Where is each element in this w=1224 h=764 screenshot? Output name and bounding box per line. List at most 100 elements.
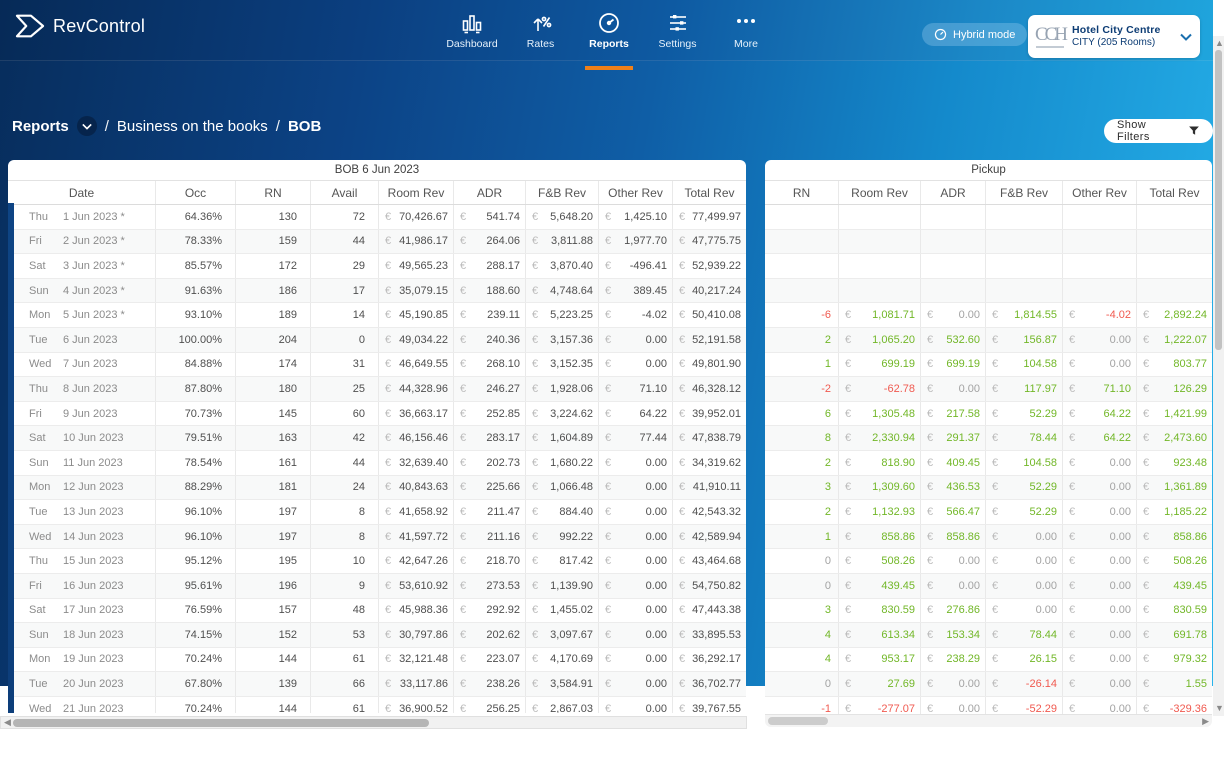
currency-symbol: € [605, 531, 611, 543]
page-vertical-scrollbar[interactable]: ▲ ▼ [1213, 36, 1224, 716]
cell-other-rev: €0.00 [598, 672, 672, 696]
currency-symbol: € [385, 580, 391, 592]
scrollbar-thumb[interactable] [1215, 50, 1222, 350]
scroll-left-arrow[interactable]: ◀ [4, 717, 11, 728]
cell-value: 0.00 [646, 358, 667, 370]
hotel-selector[interactable]: CCH Hotel City Centre CITY (205 Rooms) [1028, 15, 1200, 58]
column-header: Room Rev [378, 181, 453, 204]
cell-other-rev: €1,977.70 [598, 230, 672, 254]
scroll-up-arrow[interactable]: ▲ [1215, 38, 1224, 49]
nav-item-reports[interactable]: Reports [581, 0, 637, 71]
scrollbar-thumb[interactable] [768, 717, 828, 725]
cell-adr: €188.60 [453, 279, 525, 303]
nav-item-settings[interactable]: Settings [650, 0, 706, 71]
cell-occ: 95.61% [155, 574, 235, 598]
cell-room-rev: €44,328.96 [378, 377, 453, 401]
cell-value: 508.26 [1173, 555, 1207, 567]
bob-table-card: BOB 6 Jun 2023 DateOccRNAvailRoom RevADR… [8, 160, 746, 713]
cell-value: 53,610.92 [399, 580, 448, 592]
breadcrumb-section[interactable]: Business on the books [117, 118, 268, 135]
currency-symbol: € [460, 457, 466, 469]
cell-occ: 87.80% [155, 377, 235, 401]
cell-other-rev: €0.00 [598, 648, 672, 672]
nav-item-dashboard[interactable]: Dashboard [444, 0, 500, 71]
hybrid-mode-button[interactable]: Hybrid mode [922, 23, 1027, 46]
cell-other-rev: €0.00 [598, 525, 672, 549]
cell-fb-rev: €1,604.89 [525, 426, 598, 450]
cell-date: Wed7 Jun 2023 [8, 353, 155, 377]
cell-day: Sun [29, 629, 63, 641]
cell-avail: 0 [310, 328, 378, 352]
currency-symbol: € [1143, 678, 1149, 690]
cell-date-text: 5 Jun 2023 * [63, 309, 125, 321]
breadcrumb-separator: / [276, 118, 280, 135]
cell-total-rev: €1,222.07 [1136, 328, 1212, 352]
currency-symbol: € [927, 334, 933, 346]
cell-total-rev: €1,361.89 [1136, 476, 1212, 500]
currency-symbol: € [992, 653, 998, 665]
currency-symbol: € [679, 580, 685, 592]
nav-item-rates[interactable]: Rates [513, 0, 569, 71]
cell-other-rev: €64.22 [1062, 426, 1136, 450]
currency-symbol: € [1143, 653, 1149, 665]
cell-total-rev: €42,543.32 [672, 500, 746, 524]
nav-item-more[interactable]: More [718, 0, 774, 71]
sliders-icon [666, 11, 690, 35]
cell-room-rev: €41,597.72 [378, 525, 453, 549]
column-header: RN [235, 181, 310, 204]
cell-value: 0.00 [1036, 555, 1057, 567]
cell-occ: 96.10% [155, 500, 235, 524]
breadcrumb-root[interactable]: Reports [12, 118, 69, 135]
cell-fb-rev: €52.29 [985, 402, 1062, 426]
cell-room-rev: €46,156.46 [378, 426, 453, 450]
bob-table-row: Tue6 Jun 2023100.00%2040€49,034.22€240.3… [8, 328, 746, 353]
scroll-down-arrow[interactable]: ▼ [1215, 703, 1224, 714]
currency-symbol: € [845, 506, 851, 518]
currency-symbol: € [992, 506, 998, 518]
cell-other-rev: €64.22 [598, 402, 672, 426]
show-filters-button[interactable]: Show Filters [1104, 119, 1213, 143]
cell-value: 268.10 [486, 358, 520, 370]
cell-fb-rev: €817.42 [525, 549, 598, 573]
cell-total-rev: €52,939.22 [672, 254, 746, 278]
currency-symbol: € [385, 432, 391, 444]
cell-value: 77,499.97 [692, 211, 741, 223]
bob-table-row: Sat17 Jun 202376.59%15748€45,988.36€292.… [8, 599, 746, 624]
pickup-horizontal-scrollbar[interactable]: ▶ [765, 714, 1212, 727]
breadcrumb-dropdown[interactable] [77, 116, 97, 136]
cell-value: 41,597.72 [399, 531, 448, 543]
currency-symbol: € [679, 358, 685, 370]
cell-fb-rev: €3,224.62 [525, 402, 598, 426]
currency-symbol: € [532, 358, 538, 370]
cell-value: 830.59 [1173, 604, 1207, 616]
cell-other-rev: €0.00 [1062, 451, 1136, 475]
cell-occ: 100.00% [155, 328, 235, 352]
cell-date-text: 1 Jun 2023 * [63, 211, 125, 223]
currency-symbol: € [1143, 334, 1149, 346]
bob-table-row: Mon19 Jun 202370.24%14461€32,121.48€223.… [8, 648, 746, 673]
currency-symbol: € [1143, 358, 1149, 370]
currency-symbol: € [532, 703, 538, 713]
bob-horizontal-scrollbar[interactable]: ◀ [0, 716, 747, 729]
cell-day: Fri [29, 580, 63, 592]
cell-rn: 204 [235, 328, 310, 352]
scroll-right-arrow[interactable]: ▶ [1202, 716, 1209, 727]
cell-adr: €217.58 [920, 402, 985, 426]
cell-value: 52.29 [1029, 408, 1057, 420]
cell-value: 64.22 [1103, 408, 1131, 420]
cell-value: 71.10 [639, 383, 667, 395]
cell-total-rev: €126.29 [1136, 377, 1212, 401]
currency-symbol: € [605, 604, 611, 616]
scrollbar-thumb[interactable] [13, 719, 429, 727]
cell-date: Tue20 Jun 2023 [8, 672, 155, 696]
currency-symbol: € [460, 334, 466, 346]
cell-other-rev: €77.44 [598, 426, 672, 450]
cell-date: Thu15 Jun 2023 [8, 549, 155, 573]
cell-room-rev: €1,309.60 [838, 476, 920, 500]
cell-value: 389.45 [633, 285, 667, 297]
cell-total-rev: €43,464.68 [672, 549, 746, 573]
bob-table-row: Mon5 Jun 2023 *93.10%18914€45,190.85€239… [8, 303, 746, 328]
cell-rn: 0 [765, 672, 838, 696]
cell-value: 2,330.94 [872, 432, 915, 444]
pickup-table-row [765, 254, 1212, 279]
